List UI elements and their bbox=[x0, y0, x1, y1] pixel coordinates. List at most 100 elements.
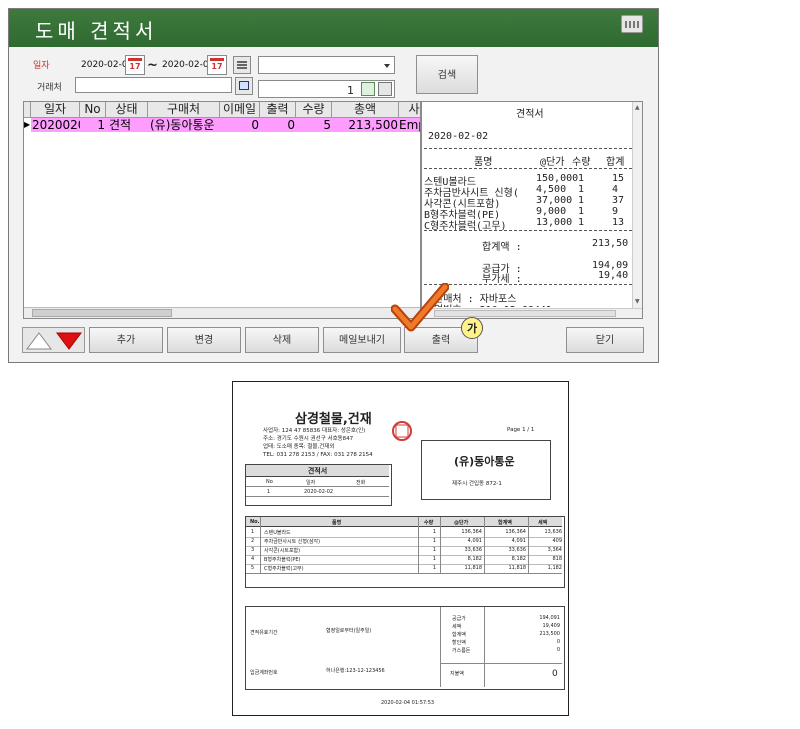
receipt-cell: 5 bbox=[251, 565, 255, 571]
close-button[interactable]: 닫기 bbox=[566, 327, 644, 353]
scrollbar-thumb[interactable] bbox=[32, 309, 172, 317]
column-staff[interactable]: 사 bbox=[399, 102, 420, 118]
grid-scrollbar[interactable] bbox=[24, 307, 420, 318]
due-label: 지불액 bbox=[450, 671, 464, 677]
client-label: 거래처 bbox=[37, 83, 62, 93]
client-box: (유)동아통운 제주시 건입동 872-1 bbox=[421, 440, 551, 500]
summary-label: 합계액 bbox=[452, 632, 466, 638]
receipt-cell: 1 bbox=[432, 538, 436, 544]
company-name: 삼경철물,건재 bbox=[295, 412, 372, 427]
summary-label: 할인액 bbox=[452, 640, 466, 646]
column-email[interactable]: 이메일 bbox=[220, 102, 260, 118]
column-print[interactable]: 출력 bbox=[260, 102, 296, 118]
receipt-cell: 1 bbox=[251, 529, 255, 535]
preview-hscroll[interactable] bbox=[422, 308, 642, 318]
receipt-cell: 136,364 bbox=[461, 529, 482, 535]
preview-item-qty: 1 bbox=[578, 206, 585, 217]
preview-seller-sub: 업번호 : 210-12-68441 bbox=[434, 301, 552, 307]
preview-item-qty: 1 bbox=[578, 195, 585, 206]
client-input[interactable] bbox=[75, 77, 232, 93]
th-item: 품명 bbox=[332, 520, 342, 526]
send-mail-button[interactable]: 메일보내기 bbox=[323, 327, 401, 353]
arrow-up-icon bbox=[26, 332, 52, 350]
summary-value: 194,091 bbox=[539, 615, 560, 621]
receipt-cell: 136,364 bbox=[505, 529, 526, 535]
client-name: (유)동아통운 bbox=[454, 455, 515, 468]
cell-buyer[interactable]: (유)동아통운 bbox=[148, 118, 221, 132]
summary-value: 19,409 bbox=[542, 623, 561, 629]
arrow-up-button[interactable] bbox=[26, 332, 52, 350]
calendar-icon[interactable]: 17 bbox=[125, 55, 145, 75]
calendar-icon[interactable]: 17 bbox=[207, 55, 227, 75]
summary-value: 0 bbox=[556, 647, 560, 653]
cell-status[interactable]: 견적 bbox=[106, 118, 150, 132]
preview-item-price: 150,000 bbox=[536, 173, 579, 184]
footer-table: 견적유효기간 협정일로부터(일주일) 입금계좌번호 하나은행:123-12-12… bbox=[245, 606, 565, 690]
receipt-cell: 1 bbox=[432, 547, 436, 553]
preview-title: 견적서 bbox=[516, 109, 544, 120]
annotation-badge: 가 bbox=[461, 317, 483, 339]
receipt-cell: 1,182 bbox=[547, 565, 562, 571]
column-total[interactable]: 총액 bbox=[332, 102, 399, 118]
estimate-grid[interactable]: 일자 No 상태 구매처 이메일 출력 수량 총액 사 ▶ 2020020 1 … bbox=[23, 101, 421, 319]
receipt-cell: 13,636 bbox=[544, 529, 563, 535]
keyboard-icon[interactable] bbox=[621, 15, 643, 33]
search-button[interactable]: 검색 bbox=[416, 55, 478, 94]
cell-staff[interactable]: Emp bbox=[399, 118, 420, 132]
preview-item-sum: 9 bbox=[612, 206, 619, 217]
cell-total[interactable]: 213,500 bbox=[332, 118, 400, 132]
preview-item-qty: 1 bbox=[578, 217, 585, 228]
scroll-down-icon[interactable]: ▼ bbox=[635, 298, 640, 305]
cell-print[interactable]: 0 bbox=[260, 118, 299, 132]
receipt-cell: 11,818 bbox=[508, 565, 527, 571]
receipt-cell: 1 bbox=[432, 565, 436, 571]
info-no: 1 bbox=[267, 489, 271, 495]
scroll-up-icon[interactable]: ▲ bbox=[635, 104, 640, 111]
column-no[interactable]: No bbox=[80, 102, 106, 118]
magnifier-icon bbox=[239, 81, 249, 90]
preview-col-name: 품명 bbox=[474, 157, 493, 168]
receipt-cell: B형주차블럭(PE) bbox=[264, 557, 301, 563]
receipt-cell: 8,182 bbox=[511, 556, 526, 562]
edit-button[interactable]: 변경 bbox=[167, 327, 241, 353]
list-icon[interactable] bbox=[233, 56, 251, 74]
summary-label: 공급가 bbox=[452, 616, 466, 622]
cell-qty[interactable]: 5 bbox=[296, 118, 335, 132]
category-dropdown[interactable] bbox=[258, 56, 395, 74]
column-status[interactable]: 상태 bbox=[106, 102, 148, 118]
printed-estimate-sheet: 삼경철물,건재 사업자: 124 47 85836 대표자: 성은호(인) 주소… bbox=[232, 381, 569, 716]
row-indicator: ▶ bbox=[24, 118, 30, 132]
preview-total-label: 합계액 : bbox=[482, 242, 522, 253]
info-date: 2020-02-02 bbox=[304, 489, 334, 495]
cell-email[interactable]: 0 bbox=[220, 118, 263, 132]
page-indicator: Page 1 / 1 bbox=[507, 427, 535, 433]
excel-icon[interactable] bbox=[361, 82, 375, 96]
receipt-cell: 주차금반사시트 신형(삼각) bbox=[264, 539, 321, 545]
receipt-cell: 8,182 bbox=[467, 556, 482, 562]
printer-icon[interactable] bbox=[378, 82, 392, 96]
column-date[interactable]: 일자 bbox=[31, 102, 80, 118]
account-label: 입금계좌번호 bbox=[250, 670, 278, 676]
cell-no[interactable]: 1 bbox=[80, 118, 108, 132]
validity-value: 협정일로부터(일주일) bbox=[326, 628, 372, 634]
cell-date[interactable]: 2020020 bbox=[31, 118, 80, 132]
scrollbar-thumb[interactable] bbox=[434, 310, 616, 317]
delete-button[interactable]: 삭제 bbox=[245, 327, 319, 353]
receipt-cell: C형주차블럭(고무) bbox=[264, 566, 304, 572]
column-buyer[interactable]: 구매처 bbox=[148, 102, 220, 118]
add-button[interactable]: 추가 bbox=[89, 327, 163, 353]
arrow-down-button[interactable] bbox=[56, 332, 82, 350]
page-box: 1 bbox=[258, 80, 395, 98]
column-qty[interactable]: 수량 bbox=[296, 102, 332, 118]
estimate-preview: 견적서 2020-02-02 품명 @단가 수량 합계 스텐U볼라드 150,00… bbox=[421, 101, 643, 319]
doc-info-table: 견적서 No 일자 전화 1 2020-02-02 bbox=[245, 464, 392, 506]
receipt-cell: 818 bbox=[552, 556, 562, 562]
date-label: 일자 bbox=[33, 61, 50, 71]
preview-vscroll[interactable]: ▲ ▼ bbox=[632, 102, 642, 308]
estimate-window: 도매 견적서 일자 2020-02-02 17 ~ 2020-02-02 17 … bbox=[8, 8, 659, 363]
client-search-button[interactable] bbox=[235, 77, 253, 95]
preview-item-price: 9,000 bbox=[536, 206, 567, 217]
th-price: @단가 bbox=[454, 520, 469, 526]
receipt-cell: 1 bbox=[432, 556, 436, 562]
receipt-cell: 1 bbox=[432, 529, 436, 535]
